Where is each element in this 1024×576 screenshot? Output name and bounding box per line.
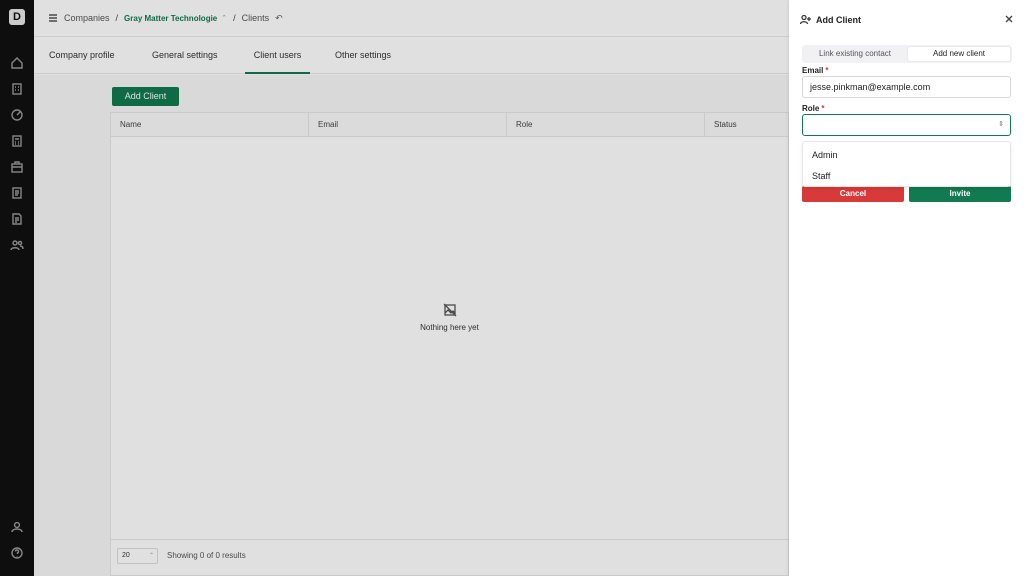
modal-backdrop[interactable] bbox=[0, 0, 789, 576]
invite-button[interactable]: Invite bbox=[909, 186, 1011, 202]
role-option-staff[interactable]: Staff bbox=[812, 171, 830, 181]
cancel-button[interactable]: Cancel bbox=[802, 186, 904, 202]
chevron-updown-icon: ⇕ bbox=[998, 121, 1004, 128]
panel-header: Add Client bbox=[799, 14, 861, 25]
add-client-panel: Add Client Link existing contact Add new… bbox=[789, 0, 1024, 576]
mode-toggle: Link existing contact Add new client bbox=[802, 45, 1012, 63]
required-mark: * bbox=[821, 104, 825, 113]
user-plus-icon bbox=[799, 14, 811, 25]
segment-link-existing[interactable]: Link existing contact bbox=[804, 47, 906, 61]
segment-add-new[interactable]: Add new client bbox=[908, 47, 1010, 61]
email-label-text: Email bbox=[802, 66, 824, 75]
panel-title: Add Client bbox=[816, 14, 861, 25]
role-dropdown: Admin Staff bbox=[802, 141, 1011, 187]
email-label: Email * bbox=[802, 66, 828, 75]
required-mark: * bbox=[825, 66, 829, 75]
close-icon[interactable] bbox=[1004, 14, 1014, 24]
role-select[interactable]: ⇕ bbox=[802, 114, 1011, 136]
email-field[interactable]: jesse.pinkman@example.com bbox=[802, 76, 1011, 98]
role-label: Role * bbox=[802, 104, 824, 113]
role-option-admin[interactable]: Admin bbox=[812, 150, 838, 160]
role-label-text: Role bbox=[802, 104, 820, 113]
